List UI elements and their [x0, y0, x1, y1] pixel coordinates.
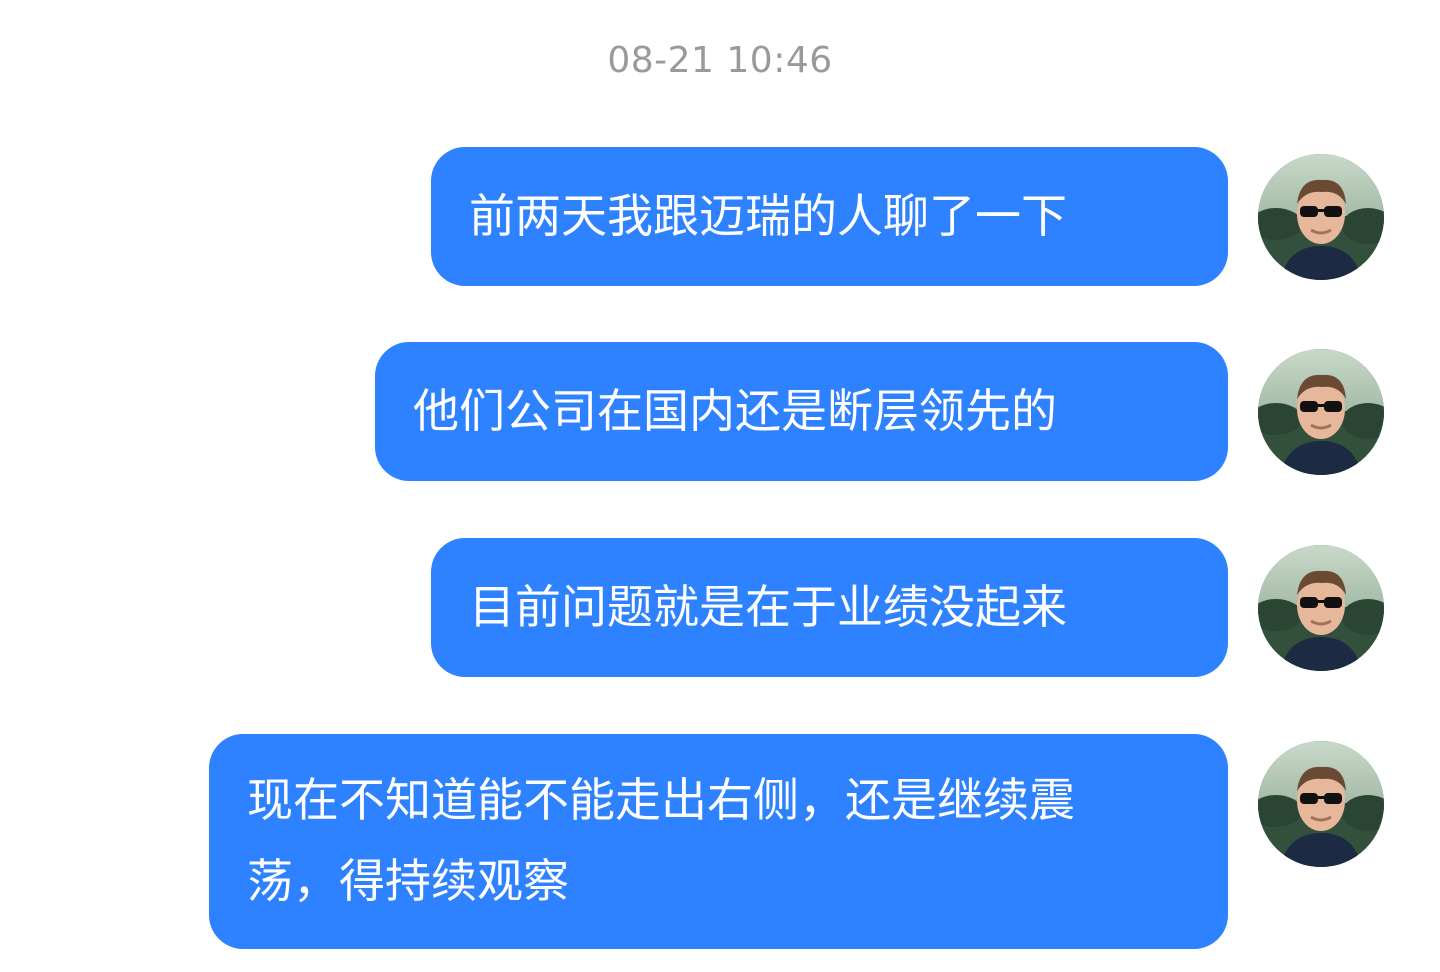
avatar[interactable]: [1258, 154, 1384, 280]
avatar[interactable]: [1258, 741, 1384, 867]
chat-screen: 08-21 10:46 前两天我跟迈瑞的人聊了一下 他们公司在国内还是断层领先的…: [0, 0, 1440, 972]
avatar-image: [1258, 349, 1384, 475]
message-timestamp: 08-21 10:46: [607, 40, 833, 81]
message-bubble[interactable]: 现在不知道能不能走出右侧，还是继续震荡，得持续观察: [209, 734, 1228, 949]
message-bubble[interactable]: 前两天我跟迈瑞的人聊了一下: [431, 147, 1228, 286]
message-text: 现在不知道能不能走出右侧，还是继续震荡，得持续观察: [247, 773, 1075, 908]
message-bubble[interactable]: 他们公司在国内还是断层领先的: [375, 342, 1228, 481]
avatar[interactable]: [1258, 545, 1384, 671]
avatar[interactable]: [1258, 349, 1384, 475]
message-text: 他们公司在国内还是断层领先的: [413, 384, 1057, 438]
avatar-image: [1258, 545, 1384, 671]
message-text: 目前问题就是在于业绩没起来: [469, 580, 1067, 634]
avatar-image: [1258, 741, 1384, 867]
message-text: 前两天我跟迈瑞的人聊了一下: [469, 189, 1067, 243]
avatar-image: [1258, 154, 1384, 280]
message-bubble[interactable]: 目前问题就是在于业绩没起来: [431, 538, 1228, 677]
